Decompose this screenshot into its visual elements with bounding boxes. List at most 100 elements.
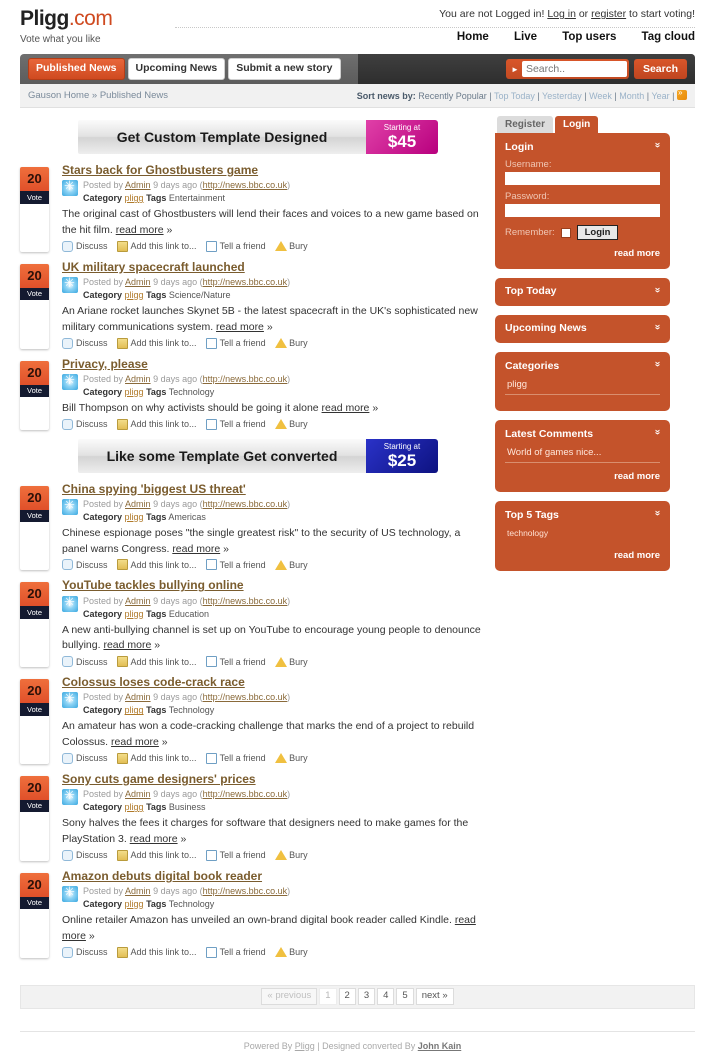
action-tell-friend[interactable]: Tell a friend (205, 337, 266, 349)
sort-option-month[interactable]: Month (619, 91, 644, 101)
pagination-page-2[interactable]: 2 (338, 988, 356, 1005)
action-discuss[interactable]: Discuss (62, 337, 108, 349)
action-add-link[interactable]: Add this link to... (116, 849, 197, 861)
story-author-link[interactable]: Admin (125, 277, 151, 287)
story-author-link[interactable]: Admin (125, 180, 151, 190)
action-bury[interactable]: Bury (274, 850, 308, 861)
category-link[interactable]: pligg (125, 609, 144, 619)
action-discuss[interactable]: Discuss (62, 656, 108, 668)
password-input[interactable] (505, 204, 660, 217)
log-in-link[interactable]: Log in (547, 8, 576, 20)
pagination-page-4[interactable]: 4 (377, 988, 395, 1005)
sort-option-year[interactable]: Year (651, 91, 669, 101)
action-tell-friend[interactable]: Tell a friend (205, 559, 266, 571)
story-title-link[interactable]: China spying 'biggest US threat' (62, 482, 246, 496)
chevron-down-icon[interactable] (654, 285, 660, 295)
action-discuss[interactable]: Discuss (62, 849, 108, 861)
action-tell-friend[interactable]: Tell a friend (205, 849, 266, 861)
vote-button-label[interactable]: Vote (20, 287, 49, 301)
story-title-link[interactable]: UK military spacecraft launched (62, 260, 245, 274)
action-add-link[interactable]: Add this link to... (116, 752, 197, 764)
action-discuss[interactable]: Discuss (62, 240, 108, 252)
category-item[interactable]: pligg (505, 376, 660, 395)
read-more-link[interactable]: read more (216, 321, 264, 333)
action-bury[interactable]: Bury (274, 753, 308, 764)
read-more-link[interactable]: read more (111, 736, 159, 748)
action-bury[interactable]: Bury (274, 947, 308, 957)
remember-checkbox[interactable] (560, 227, 571, 238)
story-author-link[interactable]: Admin (125, 789, 151, 799)
action-add-link[interactable]: Add this link to... (116, 337, 197, 349)
story-title-link[interactable]: Sony cuts game designers' prices (62, 772, 256, 786)
sort-option-yesterday[interactable]: Yesterday (542, 91, 582, 101)
action-bury[interactable]: Bury (274, 656, 308, 667)
story-author-link[interactable]: Admin (125, 374, 151, 384)
story-source-link[interactable]: http://news.bbc.co.uk (203, 374, 288, 384)
story-author-link[interactable]: Admin (125, 499, 151, 509)
vote-box[interactable]: 20 Vote (20, 360, 49, 430)
comments-read-more-link[interactable]: read more (505, 471, 660, 482)
action-discuss[interactable]: Discuss (62, 559, 108, 571)
action-bury[interactable]: Bury (274, 338, 308, 349)
vote-button-label[interactable]: Vote (20, 703, 49, 716)
vote-box[interactable]: 20 Vote (20, 167, 49, 252)
vote-box[interactable]: 20 Vote (20, 263, 49, 349)
action-tell-friend[interactable]: Tell a friend (205, 946, 266, 958)
vote-box[interactable]: 20 Vote (20, 582, 49, 667)
read-more-link[interactable]: read more (322, 402, 370, 414)
category-link[interactable]: pligg (125, 899, 144, 909)
banner-ad-template-converted[interactable]: Like some Template Get converted Startin… (78, 438, 438, 473)
action-bury[interactable]: Bury (274, 559, 308, 570)
sort-option-week[interactable]: Week (589, 91, 612, 101)
story-source-link[interactable]: http://news.bbc.co.uk (203, 692, 288, 702)
footer-designer-link[interactable]: John Kain (418, 1041, 462, 1051)
banner-ad-custom-template[interactable]: Get Custom Template Designed Starting at… (78, 120, 438, 154)
story-source-link[interactable]: http://news.bbc.co.uk (203, 499, 288, 509)
action-add-link[interactable]: Add this link to... (116, 418, 197, 430)
action-tell-friend[interactable]: Tell a friend (205, 240, 266, 252)
tab-submit-new-story[interactable]: Submit a new story (228, 58, 341, 80)
category-link[interactable]: pligg (125, 290, 144, 300)
action-add-link[interactable]: Add this link to... (116, 656, 197, 668)
nav-item-tag-cloud[interactable]: Tag cloud (642, 31, 695, 43)
tab-login[interactable]: Login (555, 116, 599, 133)
vote-button-label[interactable]: Vote (20, 384, 49, 398)
read-more-link[interactable]: read more (172, 543, 220, 555)
action-tell-friend[interactable]: Tell a friend (205, 752, 266, 764)
vote-button-label[interactable]: Vote (20, 799, 49, 813)
login-submit-button[interactable]: Login (576, 225, 619, 240)
action-add-link[interactable]: Add this link to... (116, 559, 197, 571)
story-source-link[interactable]: http://news.bbc.co.uk (203, 886, 288, 896)
chevron-down-icon[interactable] (654, 140, 660, 150)
story-title-link[interactable]: Colossus loses code-crack race (62, 675, 245, 689)
register-link[interactable]: register (591, 8, 626, 20)
action-bury[interactable]: Bury (274, 419, 308, 430)
action-discuss[interactable]: Discuss (62, 418, 108, 430)
read-more-link[interactable]: read more (130, 833, 178, 845)
tab-published-news[interactable]: Published News (28, 58, 125, 80)
story-title-link[interactable]: Privacy, please (62, 357, 148, 371)
action-add-link[interactable]: Add this link to... (116, 240, 197, 252)
read-more-link[interactable]: read more (103, 639, 151, 651)
category-link[interactable]: pligg (125, 705, 144, 715)
action-add-link[interactable]: Add this link to... (116, 946, 197, 958)
search-button[interactable]: Search (633, 59, 687, 79)
story-source-link[interactable]: http://news.bbc.co.uk (203, 277, 288, 287)
category-link[interactable]: pligg (125, 802, 144, 812)
pagination-next[interactable]: next » (415, 988, 454, 1005)
vote-button-label[interactable]: Vote (20, 509, 49, 523)
read-more-link[interactable]: read more (116, 224, 164, 236)
action-tell-friend[interactable]: Tell a friend (205, 656, 266, 668)
story-source-link[interactable]: http://news.bbc.co.uk (203, 180, 288, 190)
category-link[interactable]: pligg (125, 387, 144, 397)
action-tell-friend[interactable]: Tell a friend (205, 418, 266, 430)
action-discuss[interactable]: Discuss (62, 752, 108, 764)
vote-button-label[interactable]: Vote (20, 896, 49, 910)
story-title-link[interactable]: Amazon debuts digital book reader (62, 869, 262, 883)
story-author-link[interactable]: Admin (125, 596, 151, 606)
pagination-previous[interactable]: « previous (261, 988, 318, 1005)
story-author-link[interactable]: Admin (125, 692, 151, 702)
action-discuss[interactable]: Discuss (62, 946, 108, 958)
category-link[interactable]: pligg (125, 512, 144, 522)
login-read-more-link[interactable]: read more (505, 248, 660, 259)
